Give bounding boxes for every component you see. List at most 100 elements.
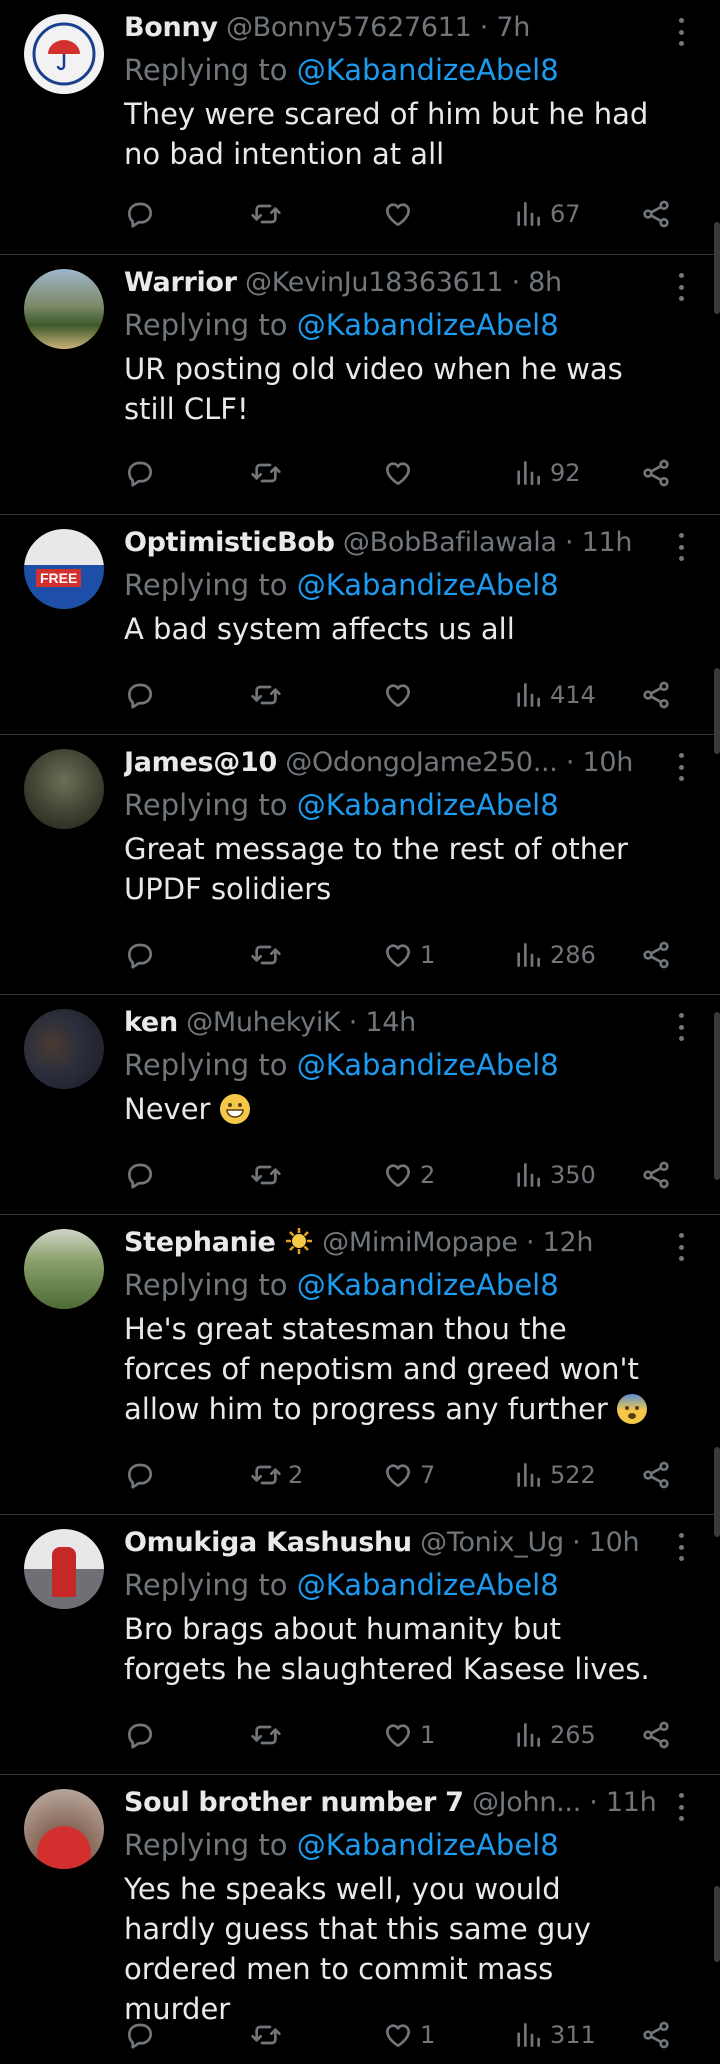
scrollbar-thumb[interactable] xyxy=(714,1012,720,1180)
retweet-button[interactable]: 2 xyxy=(250,1455,303,1495)
share-button[interactable] xyxy=(640,1715,672,1755)
display-name[interactable]: Soul brother number 7 xyxy=(124,1787,464,1818)
scrollbar-thumb[interactable] xyxy=(714,1886,720,1962)
avatar[interactable] xyxy=(24,1009,104,1089)
like-button[interactable] xyxy=(382,675,420,715)
reply-tweet[interactable]: Soul brother number 7 @John... · 11h Rep… xyxy=(0,1775,720,2064)
like-button[interactable]: 1 xyxy=(382,2015,435,2055)
replying-to-mention[interactable]: @KabandizeAbel8 xyxy=(297,568,559,602)
avatar[interactable] xyxy=(24,269,104,349)
reply-button[interactable] xyxy=(124,1155,156,1195)
user-handle[interactable]: @KevinJu18363611 xyxy=(245,267,504,298)
retweet-button[interactable] xyxy=(250,1155,288,1195)
like-button[interactable]: 2 xyxy=(382,1155,435,1195)
display-name[interactable]: ken xyxy=(124,1007,178,1038)
reply-button[interactable] xyxy=(124,2015,156,2055)
reply-button[interactable] xyxy=(124,675,156,715)
share-button[interactable] xyxy=(640,935,672,975)
reply-tweet[interactable]: FREE OptimisticBob @BobBafilawala · 11h … xyxy=(0,515,720,735)
user-handle[interactable]: @John... xyxy=(472,1787,581,1818)
timestamp[interactable]: 8h xyxy=(528,267,562,298)
reply-tweet[interactable]: James@10 @OdongoJame250... · 10h Replyin… xyxy=(0,735,720,995)
like-button[interactable]: 7 xyxy=(382,1455,435,1495)
avatar[interactable]: FREE xyxy=(24,529,104,609)
timestamp[interactable]: 7h xyxy=(496,12,530,43)
replying-to-mention[interactable]: @KabandizeAbel8 xyxy=(297,1048,559,1082)
retweet-button[interactable] xyxy=(250,675,288,715)
more-options-icon[interactable] xyxy=(674,1793,688,1821)
avatar[interactable] xyxy=(24,749,104,829)
avatar[interactable] xyxy=(24,1789,104,1869)
like-button[interactable]: 1 xyxy=(382,935,435,975)
user-handle[interactable]: @Bonny57627611 xyxy=(226,12,472,43)
like-button[interactable] xyxy=(382,194,420,234)
avatar[interactable] xyxy=(24,14,104,94)
reply-tweet[interactable]: Omukiga Kashushu @Tonix_Ug · 10h Replyin… xyxy=(0,1515,720,1775)
views-button[interactable]: 522 xyxy=(512,1455,596,1495)
user-handle[interactable]: @Tonix_Ug xyxy=(420,1527,564,1558)
reply-button[interactable] xyxy=(124,1715,156,1755)
views-button[interactable]: 265 xyxy=(512,1715,596,1755)
timestamp[interactable]: 11h xyxy=(606,1787,657,1818)
retweet-button[interactable] xyxy=(250,1715,288,1755)
more-options-icon[interactable] xyxy=(674,273,688,301)
user-handle[interactable]: @BobBafilawala xyxy=(343,527,557,558)
views-button[interactable]: 67 xyxy=(512,194,581,234)
like-button[interactable] xyxy=(382,453,420,493)
display-name[interactable]: Stephanie xyxy=(124,1227,276,1258)
reply-tweet[interactable]: Stephanie @MimiMopape · 12h Replying to … xyxy=(0,1215,720,1515)
reply-button[interactable] xyxy=(124,194,156,234)
replying-to-mention[interactable]: @KabandizeAbel8 xyxy=(297,53,559,87)
display-name[interactable]: OptimisticBob xyxy=(124,527,335,558)
user-handle[interactable]: @MuhekyiK xyxy=(186,1007,341,1038)
scrollbar-thumb[interactable] xyxy=(714,1447,720,1537)
replying-to-mention[interactable]: @KabandizeAbel8 xyxy=(297,1828,559,1862)
timestamp[interactable]: 11h xyxy=(582,527,633,558)
retweet-button[interactable] xyxy=(250,935,288,975)
more-options-icon[interactable] xyxy=(674,1533,688,1561)
user-handle[interactable]: @OdongoJame250... xyxy=(285,747,558,778)
scrollbar-thumb[interactable] xyxy=(714,222,720,314)
more-options-icon[interactable] xyxy=(674,753,688,781)
views-button[interactable]: 311 xyxy=(512,2015,596,2055)
views-button[interactable]: 286 xyxy=(512,935,596,975)
views-button[interactable]: 350 xyxy=(512,1155,596,1195)
more-options-icon[interactable] xyxy=(674,1013,688,1041)
more-options-icon[interactable] xyxy=(674,1233,688,1261)
display-name[interactable]: James@10 xyxy=(124,747,277,778)
more-options-icon[interactable] xyxy=(674,533,688,561)
share-button[interactable] xyxy=(640,1455,672,1495)
replying-to-mention[interactable]: @KabandizeAbel8 xyxy=(297,1268,559,1302)
replying-to-mention[interactable]: @KabandizeAbel8 xyxy=(297,1568,559,1602)
scrollbar-thumb[interactable] xyxy=(714,668,720,754)
timestamp[interactable]: 12h xyxy=(543,1227,594,1258)
share-button[interactable] xyxy=(640,675,672,715)
reply-button[interactable] xyxy=(124,1455,156,1495)
share-button[interactable] xyxy=(640,453,672,493)
replying-to-mention[interactable]: @KabandizeAbel8 xyxy=(297,788,559,822)
reply-button[interactable] xyxy=(124,453,156,493)
timestamp[interactable]: 10h xyxy=(589,1527,640,1558)
share-button[interactable] xyxy=(640,194,672,234)
avatar[interactable] xyxy=(24,1229,104,1309)
retweet-button[interactable] xyxy=(250,453,288,493)
display-name[interactable]: Warrior xyxy=(124,267,237,298)
reply-tweet[interactable]: Bonny @Bonny57627611 · 7h Replying to @K… xyxy=(0,0,720,255)
user-handle[interactable]: @MimiMopape xyxy=(322,1227,518,1258)
retweet-button[interactable] xyxy=(250,194,288,234)
share-button[interactable] xyxy=(640,1155,672,1195)
more-options-icon[interactable] xyxy=(674,18,688,46)
avatar[interactable] xyxy=(24,1529,104,1609)
replying-to-mention[interactable]: @KabandizeAbel8 xyxy=(297,308,559,342)
display-name[interactable]: Bonny xyxy=(124,12,218,43)
display-name[interactable]: Omukiga Kashushu xyxy=(124,1527,412,1558)
like-button[interactable]: 1 xyxy=(382,1715,435,1755)
timestamp[interactable]: 14h xyxy=(365,1007,416,1038)
timestamp[interactable]: 10h xyxy=(582,747,633,778)
views-button[interactable]: 92 xyxy=(512,453,581,493)
reply-tweet[interactable]: Warrior @KevinJu18363611 · 8h Replying t… xyxy=(0,255,720,515)
views-button[interactable]: 414 xyxy=(512,675,596,715)
reply-button[interactable] xyxy=(124,935,156,975)
share-button[interactable] xyxy=(640,2015,672,2055)
reply-tweet[interactable]: ken @MuhekyiK · 14h Replying to @Kabandi… xyxy=(0,995,720,1215)
